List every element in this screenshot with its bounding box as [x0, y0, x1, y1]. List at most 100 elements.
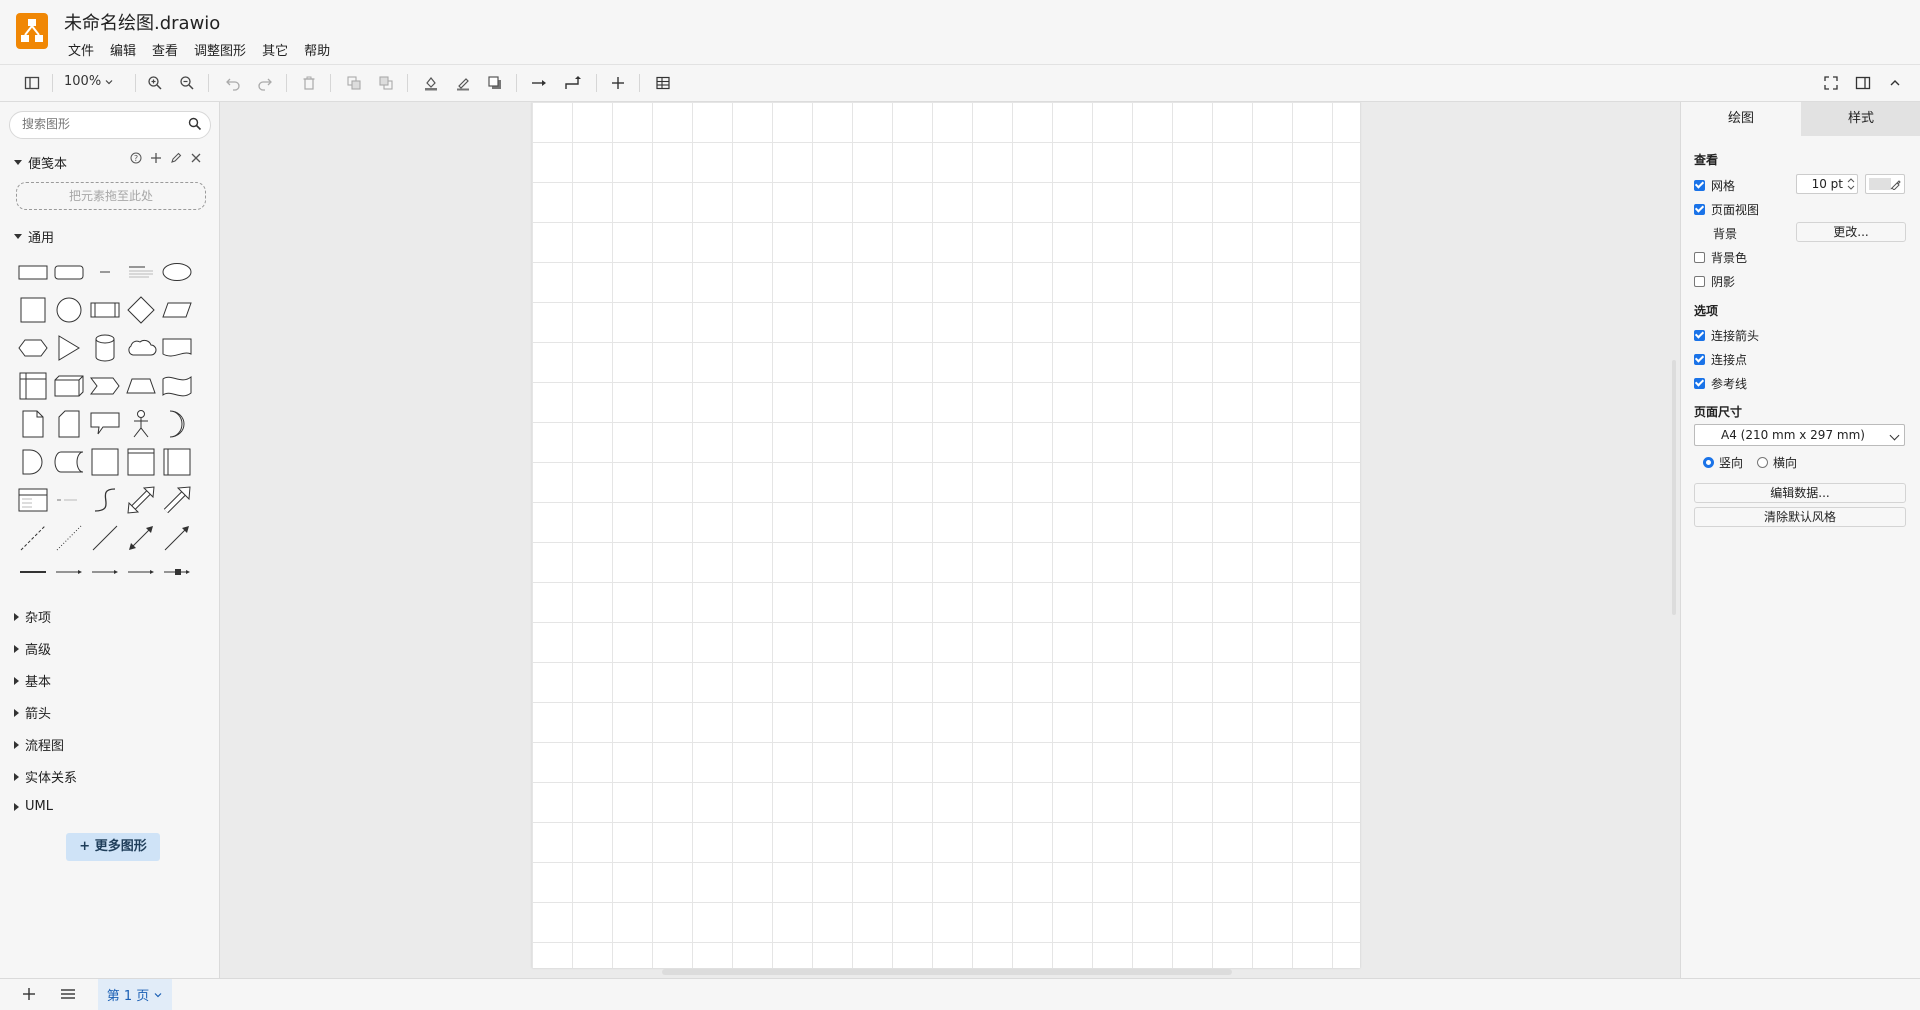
section-misc[interactable]: 杂项: [14, 607, 51, 626]
grid-color-picker[interactable]: [1865, 174, 1905, 194]
hexagon-shape[interactable]: [16, 331, 50, 365]
callout-shape[interactable]: [88, 407, 122, 441]
add-icon[interactable]: [150, 152, 162, 164]
collapse-icon[interactable]: [1884, 72, 1906, 94]
menu-file[interactable]: 文件: [60, 38, 102, 61]
grid-checkbox[interactable]: [1694, 180, 1705, 191]
parallelogram-shape[interactable]: [160, 293, 194, 327]
cube-shape[interactable]: [52, 369, 86, 403]
zoom-out-icon[interactable]: [176, 72, 198, 94]
connector-label-shape[interactable]: [88, 555, 122, 589]
menu-extras[interactable]: 其它: [254, 38, 296, 61]
trapezoid-shape[interactable]: [124, 369, 158, 403]
tab-style[interactable]: 样式: [1801, 102, 1920, 136]
connection-points-checkbox[interactable]: [1694, 354, 1705, 365]
add-page-icon[interactable]: [22, 987, 36, 1004]
section-advanced[interactable]: 高级: [14, 639, 51, 658]
help-icon[interactable]: ?: [130, 152, 142, 164]
to-back-icon[interactable]: [375, 72, 397, 94]
line-color-icon[interactable]: [452, 72, 474, 94]
close-icon[interactable]: [190, 152, 202, 164]
curve-shape[interactable]: [88, 483, 122, 517]
eyedropper-icon[interactable]: [1890, 178, 1901, 190]
dashed-line-shape[interactable]: [16, 521, 50, 555]
vertical-scrollbar[interactable]: [1672, 360, 1676, 615]
scratchpad-header[interactable]: 便笺本: [14, 153, 67, 172]
connection-arrow-icon[interactable]: [529, 72, 551, 94]
background-color-checkbox[interactable]: [1694, 252, 1705, 263]
horizontal-scrollbar[interactable]: [662, 969, 1232, 975]
labeled-connector-shape[interactable]: [52, 555, 86, 589]
diamond-shape[interactable]: [124, 293, 158, 327]
delay-shape[interactable]: [16, 445, 50, 479]
menu-arrange[interactable]: 调整图形: [186, 38, 254, 61]
chevron-down-icon[interactable]: [153, 990, 163, 1000]
pages-menu-icon[interactable]: [60, 987, 76, 1004]
step-shape[interactable]: [88, 369, 122, 403]
waypoints-icon[interactable]: [562, 72, 584, 94]
link-line-shape[interactable]: [16, 555, 50, 589]
section-arrows[interactable]: 箭头: [14, 703, 51, 722]
fullscreen-icon[interactable]: [1820, 72, 1842, 94]
internal-storage-shape[interactable]: [16, 369, 50, 403]
rounded-rectangle-shape[interactable]: [52, 255, 86, 289]
line-shape[interactable]: [88, 521, 122, 555]
diagram-page[interactable]: [532, 102, 1360, 968]
background-color-checkbox-row[interactable]: 背景色: [1694, 249, 1747, 266]
portrait-radio-row[interactable]: 竖向: [1703, 454, 1743, 471]
textbox-shape[interactable]: [124, 255, 158, 289]
guides-checkbox-row[interactable]: 参考线: [1694, 375, 1747, 392]
list-item-shape[interactable]: [52, 483, 86, 517]
edit-pencil-icon[interactable]: [170, 152, 182, 164]
text-shape[interactable]: [88, 255, 122, 289]
clear-default-style-button[interactable]: 清除默认风格: [1694, 507, 1906, 527]
general-section-header[interactable]: 通用: [14, 227, 54, 246]
shape-search-input[interactable]: [20, 116, 184, 132]
redo-icon[interactable]: [254, 72, 276, 94]
portrait-radio[interactable]: [1703, 457, 1714, 468]
zoom-dropdown[interactable]: 100%: [64, 74, 114, 89]
toggle-sidebar-icon[interactable]: [21, 72, 43, 94]
shadow-icon[interactable]: [484, 72, 506, 94]
container-shape[interactable]: [88, 445, 122, 479]
scratchpad-drop-zone[interactable]: 把元素拖至此处: [16, 182, 206, 210]
stepper-arrows-icon[interactable]: [1847, 177, 1855, 191]
section-entity-relation[interactable]: 实体关系: [14, 767, 77, 786]
connection-arrows-checkbox-row[interactable]: 连接箭头: [1694, 327, 1759, 344]
table-icon[interactable]: [652, 72, 674, 94]
change-background-button[interactable]: 更改...: [1796, 222, 1906, 242]
insert-plus-icon[interactable]: [607, 72, 629, 94]
directional-connector-shape[interactable]: [160, 521, 194, 555]
landscape-radio-row[interactable]: 横向: [1757, 454, 1797, 471]
frame-shape[interactable]: [124, 445, 158, 479]
to-front-icon[interactable]: [343, 72, 365, 94]
ellipse-shape[interactable]: [160, 255, 194, 289]
diagram-canvas[interactable]: [220, 102, 1679, 978]
tab-diagram[interactable]: 绘图: [1681, 102, 1801, 136]
process-shape[interactable]: [88, 293, 122, 327]
connection-points-checkbox-row[interactable]: 连接点: [1694, 351, 1747, 368]
note-shape[interactable]: [16, 407, 50, 441]
card-shape[interactable]: [52, 407, 86, 441]
menu-help[interactable]: 帮助: [296, 38, 338, 61]
menu-view[interactable]: 查看: [144, 38, 186, 61]
zoom-in-icon[interactable]: [144, 72, 166, 94]
shadow-checkbox[interactable]: [1694, 276, 1705, 287]
square-shape[interactable]: [16, 293, 50, 327]
tape-shape[interactable]: [160, 369, 194, 403]
triangle-shape[interactable]: [52, 331, 86, 365]
stored-data-shape[interactable]: [52, 445, 86, 479]
format-panel-icon[interactable]: [1852, 72, 1874, 94]
landscape-radio[interactable]: [1757, 457, 1768, 468]
bidirectional-arrow-shape[interactable]: [124, 483, 158, 517]
undo-icon[interactable]: [222, 72, 244, 94]
grid-checkbox-row[interactable]: 网格: [1694, 177, 1735, 194]
cylinder-shape[interactable]: [88, 331, 122, 365]
menu-edit[interactable]: 编辑: [102, 38, 144, 61]
guides-checkbox[interactable]: [1694, 378, 1705, 389]
document-shape[interactable]: [160, 331, 194, 365]
more-shapes-button[interactable]: + 更多图形: [66, 833, 160, 861]
or-shape[interactable]: [160, 407, 194, 441]
section-uml[interactable]: UML: [14, 799, 53, 814]
arrow-shape[interactable]: [160, 483, 194, 517]
